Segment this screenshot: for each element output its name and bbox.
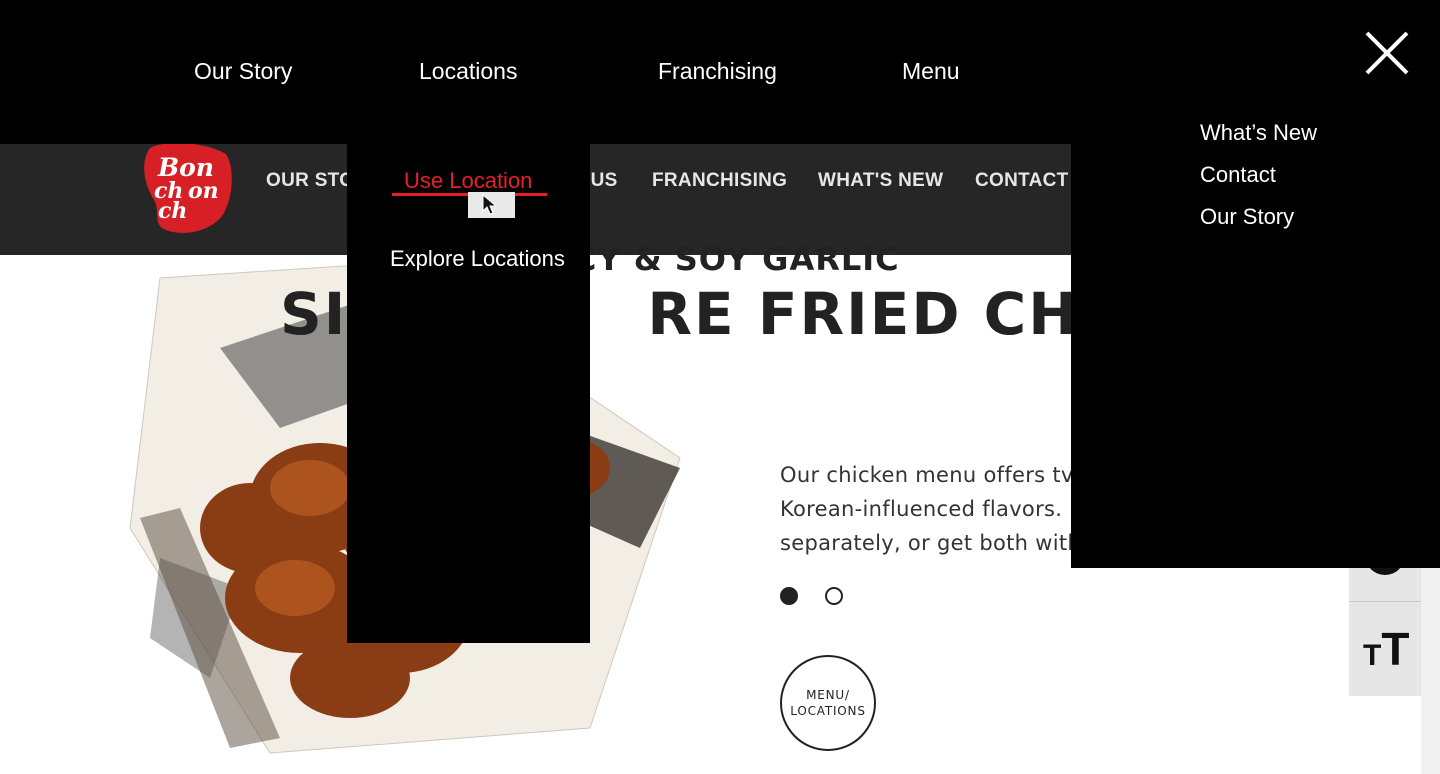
description-line: Our chicken menu offers tv: [780, 463, 1074, 487]
overlay-nav-franchising[interactable]: Franchising: [658, 58, 777, 85]
description-line: Korean-influenced flavors.: [780, 497, 1063, 521]
description-line: separately, or get both with: [780, 531, 1080, 555]
svg-text:on: on: [188, 178, 219, 204]
text-size-large-glyph: T: [1381, 623, 1410, 675]
mouse-cursor-icon: [482, 194, 498, 215]
right-menu-whats-new[interactable]: What’s New: [1200, 120, 1317, 146]
menu-locations-button[interactable]: MENU/ LOCATIONS: [780, 655, 876, 751]
close-icon[interactable]: [1364, 30, 1410, 76]
use-location-link[interactable]: Use Location: [404, 168, 532, 194]
overlay-nav-our-story[interactable]: Our Story: [194, 58, 292, 85]
cursor-highlight: [468, 192, 515, 218]
text-size-small-glyph: T: [1363, 639, 1382, 672]
site-nav-whats-new[interactable]: WHAT'S NEW: [818, 170, 943, 192]
site-nav-franchising[interactable]: FRANCHISING: [652, 170, 787, 192]
explore-locations-link[interactable]: Explore Locations: [390, 246, 565, 272]
hero-subtitle: ICY & SOY GARLIC: [560, 240, 900, 278]
bonchon-logo[interactable]: Bon ch on ch: [140, 140, 234, 236]
text-size-icon[interactable]: TT: [1363, 623, 1409, 675]
site-nav-our-story[interactable]: OUR STO: [266, 170, 354, 192]
right-menu-our-story[interactable]: Our Story: [1200, 204, 1294, 230]
site-nav-contact[interactable]: CONTACT: [975, 170, 1069, 192]
carousel-dot-2[interactable]: [825, 587, 843, 605]
menu-locations-line1: MENU/: [806, 688, 850, 702]
hero-description: Our chicken menu offers tv Korean-influe…: [780, 458, 1080, 560]
svg-text:ch: ch: [158, 198, 187, 224]
hero-title-left: SI: [280, 280, 348, 348]
carousel-dot-1[interactable]: [780, 587, 798, 605]
overlay-nav-locations[interactable]: Locations: [419, 58, 517, 85]
menu-locations-line2: LOCATIONS: [790, 704, 866, 718]
locations-dropdown: Use Location Explore Locations: [347, 144, 590, 643]
right-menu-contact[interactable]: Contact: [1200, 162, 1276, 188]
right-submenu: What’s New Contact Our Story: [1071, 0, 1440, 568]
overlay-nav-menu[interactable]: Menu: [902, 58, 960, 85]
panel-divider: [1349, 601, 1421, 602]
